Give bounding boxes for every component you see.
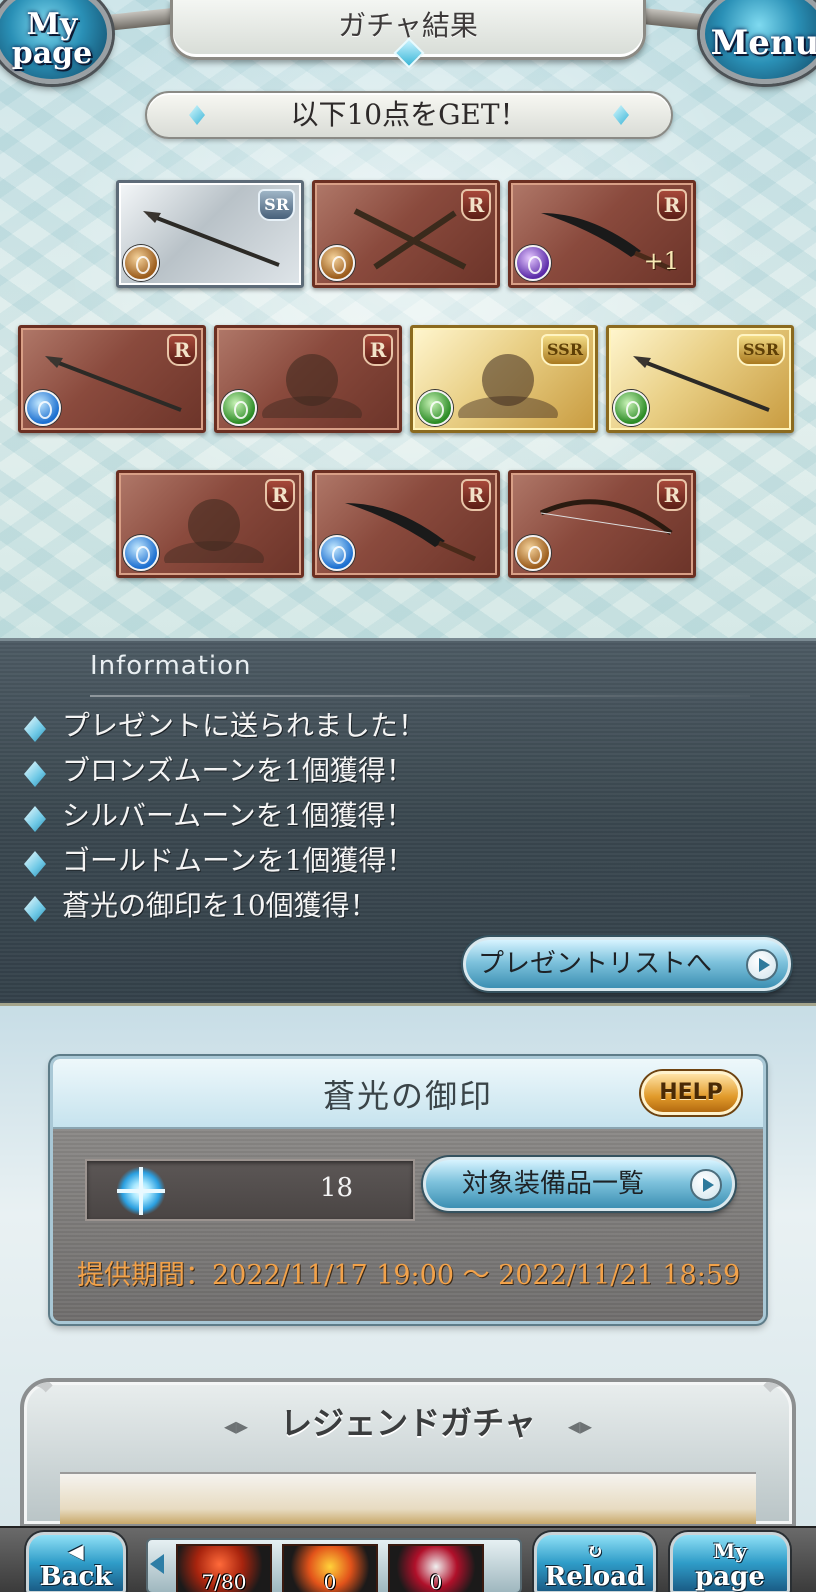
- info-line: プレゼントに送られました！: [24, 703, 426, 748]
- info-line: ゴールドムーンを1個獲得！: [24, 838, 426, 883]
- back-button[interactable]: ◀ Back: [26, 1532, 126, 1592]
- arrow-right-icon: [746, 949, 778, 981]
- back-label: Back: [39, 1562, 113, 1592]
- get-banner-text: 以下10点をGET！: [290, 98, 528, 131]
- seal-count-box: 18: [85, 1159, 415, 1221]
- information-list: プレゼントに送られました！ ブロンズムーンを1個獲得！ シルバームーンを1個獲得…: [24, 703, 426, 928]
- tray-item-count: 0: [323, 1570, 337, 1592]
- wind-element-icon: [221, 390, 257, 426]
- mask-icon[interactable]: 0: [388, 1544, 484, 1592]
- legend-gacha-banner[interactable]: ◂▸ レジェンドガチャ ◂▸: [20, 1378, 796, 1528]
- info-line-text: シルバームーンを1個獲得！: [62, 799, 414, 832]
- divider: [90, 695, 750, 697]
- water-element-icon: [123, 535, 159, 571]
- present-list-button[interactable]: プレゼントリストへ: [463, 937, 791, 991]
- item-card[interactable]: R: [312, 470, 500, 578]
- get-banner: 以下10点をGET！: [145, 91, 673, 139]
- info-line-text: プレゼントに送られました！: [62, 709, 427, 742]
- mypage-button-bottom[interactable]: My page: [670, 1532, 790, 1592]
- rarity-badge: SR: [258, 189, 295, 221]
- rarity-badge: R: [461, 189, 491, 221]
- rarity-badge: R: [657, 189, 687, 221]
- legend-banner-image: [60, 1472, 756, 1524]
- info-line: ブロンズムーンを1個獲得！: [24, 748, 426, 793]
- ticket-icon[interactable]: 7/80: [176, 1544, 272, 1592]
- info-line-text: 蒼光の御印を10個獲得！: [62, 889, 378, 922]
- mypage-label-line2: page: [11, 36, 93, 71]
- diamond-icon: [189, 105, 205, 125]
- legend-gacha-title: レジェンドガチャ: [280, 1404, 536, 1442]
- reload-icon: ↻: [586, 1539, 604, 1563]
- rarity-badge: R: [265, 479, 295, 511]
- item-card[interactable]: R +1: [508, 180, 696, 288]
- item-card[interactable]: SSR: [606, 325, 794, 433]
- plus-label: +1: [643, 247, 679, 275]
- present-list-label: プレゼントリストへ: [478, 949, 713, 979]
- item-card[interactable]: R: [116, 470, 304, 578]
- rarity-badge: R: [657, 479, 687, 511]
- info-line: シルバームーンを1個獲得！: [24, 793, 426, 838]
- tray-item-count: 0: [429, 1570, 443, 1592]
- water-element-icon: [25, 390, 61, 426]
- rarity-badge: SSR: [736, 334, 785, 366]
- menu-label: Menu: [710, 23, 816, 63]
- tray-left-arrow-icon[interactable]: [150, 1554, 164, 1574]
- back-arrow-icon: ◀: [68, 1539, 84, 1563]
- rarity-badge: R: [363, 334, 393, 366]
- diamond-icon: [24, 896, 46, 922]
- item-card[interactable]: R: [508, 470, 696, 578]
- mypage-label-line1: My: [713, 1539, 747, 1563]
- diamond-icon: [24, 806, 46, 832]
- bottom-bar: ◀ Back 7/80 0 0 ↻ Reload My page: [0, 1526, 816, 1592]
- item-card[interactable]: SR: [116, 180, 304, 288]
- info-line-text: ブロンズムーンを1個獲得！: [62, 754, 414, 787]
- seal-body: 18 対象装備品一覧 提供期間：2022/11/17 19:00 〜 2022/…: [53, 1129, 763, 1321]
- rarity-badge: R: [167, 334, 197, 366]
- seal-star-icon: [117, 1167, 165, 1215]
- seal-header: 蒼光の御印 HELP: [53, 1059, 763, 1129]
- tray-item-count: 7/80: [201, 1570, 247, 1592]
- help-button[interactable]: HELP: [641, 1071, 741, 1115]
- diamond-icon: [24, 761, 46, 787]
- mypage-label-line1: My: [26, 7, 78, 42]
- earth-element-icon: [515, 535, 551, 571]
- diamond-icon: [613, 105, 629, 125]
- seal-panel: 蒼光の御印 HELP 18 対象装備品一覧 提供期間：2022/11/17 19…: [50, 1056, 766, 1324]
- earth-element-icon: [319, 245, 355, 281]
- header: ガチャ結果: [59, 0, 757, 78]
- seal-period: 提供期間：2022/11/17 19:00 〜 2022/11/21 18:59: [77, 1260, 741, 1291]
- target-equipment-button[interactable]: 対象装備品一覧: [423, 1157, 735, 1211]
- reload-label: Reload: [544, 1562, 646, 1592]
- flame-icon[interactable]: 0: [282, 1544, 378, 1592]
- item-card[interactable]: SSR: [410, 325, 598, 433]
- earth-element-icon: [123, 245, 159, 281]
- item-card[interactable]: R: [214, 325, 402, 433]
- diamond-icon: [24, 716, 46, 742]
- item-card[interactable]: R: [312, 180, 500, 288]
- mypage-label-line2: page: [695, 1562, 765, 1592]
- wind-element-icon: [613, 390, 649, 426]
- rarity-badge: SSR: [540, 334, 589, 366]
- water-element-icon: [319, 535, 355, 571]
- info-line-text: ゴールドムーンを1個獲得！: [62, 844, 415, 877]
- diamond-icon: [24, 851, 46, 877]
- item-tray: 7/80 0 0: [146, 1538, 522, 1592]
- seal-count: 18: [319, 1173, 353, 1203]
- info-line: 蒼光の御印を10個獲得！: [24, 883, 426, 928]
- reload-button[interactable]: ↻ Reload: [534, 1532, 656, 1592]
- double-arrow-icon: ◂▸: [567, 1412, 592, 1440]
- wind-element-icon: [417, 390, 453, 426]
- target-equipment-label: 対象装備品一覧: [462, 1169, 645, 1199]
- item-card[interactable]: R: [18, 325, 206, 433]
- information-title: Information: [90, 651, 252, 681]
- dark-element-icon: [515, 245, 551, 281]
- gacha-results-area: ガチャ結果 My page Menu 以下10点をGET！ SR R R +1 R R SS…: [0, 0, 816, 638]
- rarity-badge: R: [461, 479, 491, 511]
- arrow-right-icon: [690, 1169, 722, 1201]
